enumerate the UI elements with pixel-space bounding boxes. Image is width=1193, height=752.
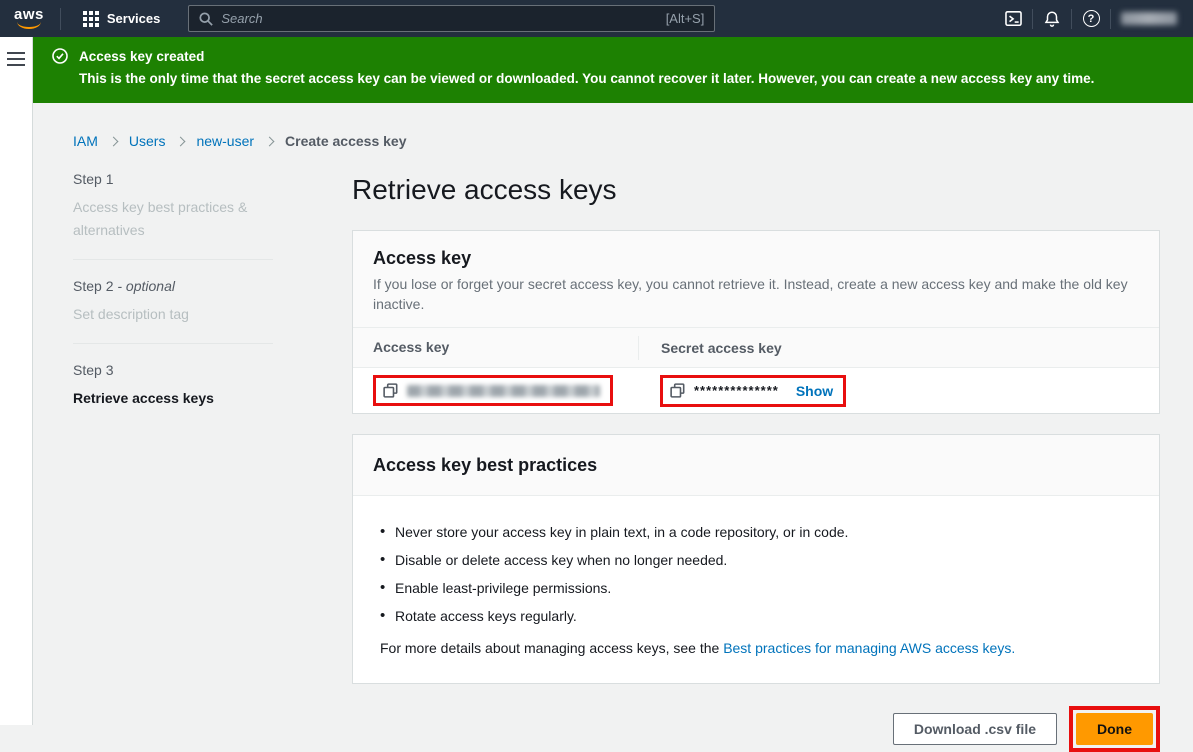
check-circle-icon <box>52 48 68 64</box>
divider <box>73 343 273 344</box>
search-shortcut-hint: [Alt+S] <box>666 11 705 26</box>
action-buttons: Download .csv file Done <box>352 706 1160 752</box>
step-3-title: Retrieve access keys <box>73 387 273 410</box>
wizard-step-3-current: Step 3 Retrieve access keys <box>73 362 273 410</box>
wizard-step-1: Step 1 Access key best practices & alter… <box>73 171 273 242</box>
success-banner: Access key created This is the only time… <box>33 37 1193 103</box>
step-2-number: Step 2 - optional <box>73 278 273 294</box>
show-secret-link[interactable]: Show <box>796 383 833 399</box>
breadcrumb-iam[interactable]: IAM <box>73 133 98 149</box>
notifications-button[interactable] <box>1033 0 1071 37</box>
cloudshell-button[interactable] <box>994 0 1032 37</box>
bell-icon <box>1043 10 1061 28</box>
step-2-title: Set description tag <box>73 303 273 326</box>
key-table-row: ************** Show <box>353 368 1159 413</box>
copy-secret-key-button[interactable] <box>670 383 685 398</box>
secret-key-annotation-box: ************** Show <box>660 375 846 407</box>
collapsed-sidebar <box>0 37 33 725</box>
breadcrumb-current: Create access key <box>285 133 406 149</box>
secret-key-masked-value: ************** <box>694 383 779 398</box>
divider <box>73 259 273 260</box>
top-navbar: aws Services Search [Alt+S] ? <box>0 0 1193 37</box>
navbar-divider <box>1110 9 1111 29</box>
copy-icon <box>383 383 398 398</box>
column-access-key: Access key <box>373 339 449 355</box>
chevron-right-icon <box>176 136 186 146</box>
navbar-divider <box>60 8 61 30</box>
column-secret-access-key: Secret access key <box>661 340 782 356</box>
step-1-number: Step 1 <box>73 171 273 187</box>
search-icon <box>199 12 213 26</box>
banner-message: This is the only time that the secret ac… <box>79 71 1173 86</box>
step-3-number: Step 3 <box>73 362 273 378</box>
grid-icon <box>83 11 99 27</box>
services-label: Services <box>107 11 161 26</box>
access-key-card: Access key If you lose or forget your se… <box>352 230 1160 414</box>
cloudshell-terminal-icon <box>1004 9 1023 28</box>
best-practices-list: Never store your access key in plain tex… <box>373 523 1139 626</box>
help-icon: ? <box>1083 10 1100 27</box>
access-key-value-redacted <box>407 385 600 397</box>
help-button[interactable]: ? <box>1072 0 1110 37</box>
page-title: Retrieve access keys <box>352 171 1160 209</box>
access-key-annotation-box <box>373 375 613 406</box>
best-practices-title: Access key best practices <box>373 453 1139 477</box>
best-practices-footer: For more details about managing access k… <box>373 639 1139 658</box>
copy-access-key-button[interactable] <box>383 383 398 398</box>
hamburger-menu-icon[interactable] <box>7 52 25 66</box>
copy-icon <box>670 383 685 398</box>
best-practice-item: Enable least-privilege permissions. <box>373 579 1139 598</box>
best-practice-item: Disable or delete access key when no lon… <box>373 551 1139 570</box>
services-menu-button[interactable]: Services <box>73 0 171 37</box>
search-placeholder: Search <box>221 11 665 26</box>
step-1-title: Access key best practices & alternatives <box>73 196 273 242</box>
aws-logo-text: aws <box>14 8 44 21</box>
aws-logo[interactable]: aws <box>14 8 44 29</box>
best-practices-card: Access key best practices Never store yo… <box>352 434 1160 684</box>
banner-title: Access key created <box>79 49 204 64</box>
best-practice-item: Never store your access key in plain tex… <box>373 523 1139 542</box>
step-2-optional-suffix: - optional <box>117 278 175 294</box>
breadcrumb-new-user[interactable]: new-user <box>196 133 254 149</box>
breadcrumb-users[interactable]: Users <box>129 133 166 149</box>
best-practice-item: Rotate access keys regularly. <box>373 607 1139 626</box>
done-annotation-box: Done <box>1069 706 1160 752</box>
search-input[interactable]: Search [Alt+S] <box>188 5 715 32</box>
key-table-header: Access key Secret access key <box>353 328 1159 368</box>
done-button[interactable]: Done <box>1076 713 1153 745</box>
wizard-steps-nav: Step 1 Access key best practices & alter… <box>73 171 273 752</box>
breadcrumb: IAM Users new-user Create access key <box>73 133 1193 149</box>
main-content: IAM Users new-user Create access key Ste… <box>33 103 1193 725</box>
download-csv-button[interactable]: Download .csv file <box>893 713 1057 745</box>
access-key-card-title: Access key <box>373 246 1139 270</box>
account-menu-redacted[interactable] <box>1121 12 1177 25</box>
chevron-right-icon <box>265 136 275 146</box>
access-key-card-description: If you lose or forget your secret access… <box>373 274 1139 314</box>
aws-logo-smile <box>17 21 41 29</box>
wizard-step-2: Step 2 - optional Set description tag <box>73 278 273 326</box>
chevron-right-icon <box>108 136 118 146</box>
best-practices-link[interactable]: Best practices for managing AWS access k… <box>723 640 1015 656</box>
